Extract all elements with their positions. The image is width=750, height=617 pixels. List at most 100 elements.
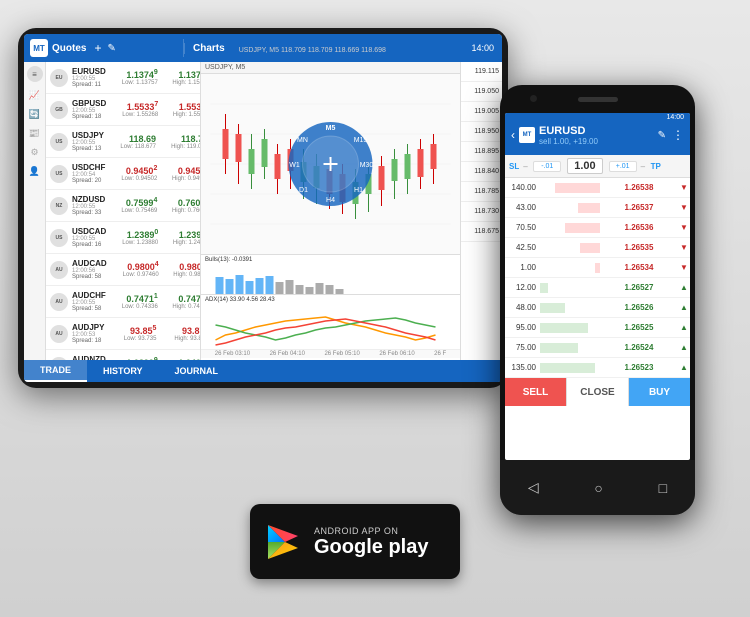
tab-journal[interactable]: JOURNAL (159, 360, 235, 382)
order-book-row[interactable]: 70.50 1.26536 ▼ (505, 218, 690, 238)
quote-row-audjpy[interactable]: AU AUDJPY 12:00:53 Spread: 18 93.855 Low… (46, 318, 200, 350)
quote-row-usdcad[interactable]: US USDCAD 12:00:55 Spread: 16 1.23890 Lo… (46, 222, 200, 254)
quotes-title: Quotes (52, 43, 86, 54)
quote-row-usdjpy[interactable]: US USDJPY 12:00:55 Spread: 13 118.69 Low… (46, 126, 200, 158)
ob-ask-bar (580, 243, 600, 253)
quote-high: High: 0.94970 (157, 176, 201, 182)
phone-speaker (578, 97, 618, 102)
ob-bar (540, 221, 600, 235)
order-book-row[interactable]: 43.00 1.26537 ▼ (505, 198, 690, 218)
order-main-value[interactable]: 1.00 (567, 158, 602, 174)
quote-row-audchf[interactable]: AU AUDCHF 12:00:55 Spread: 58 0.74711 Lo… (46, 286, 200, 318)
play-top-text: ANDROID APP ON (314, 526, 428, 536)
tab-trade[interactable]: TRADE (24, 360, 87, 382)
quote-row-audcad[interactable]: AU AUDCAD 12:00:56 Spread: 58 0.98004 Lo… (46, 254, 200, 286)
ob-bar (540, 241, 600, 255)
phone-edit-icon[interactable]: ✎ (658, 130, 666, 141)
order-book-row[interactable]: 1.00 1.26534 ▼ (505, 258, 690, 278)
order-book-row[interactable]: 75.00 1.26524 ▲ (505, 338, 690, 358)
sl-plus-btn[interactable]: +.01 (609, 161, 637, 172)
google-play-badge[interactable]: ANDROID APP ON Google play (250, 504, 460, 579)
order-book-row[interactable]: 95.00 1.26525 ▲ (505, 318, 690, 338)
sidebar-icon-trade[interactable]: 🔄 (29, 109, 40, 120)
sidebar-icon-account[interactable]: 👤 (29, 166, 40, 177)
quote-ask-col: 0.76027 High: 0.76004 (157, 197, 201, 214)
phone-menu-icon[interactable]: ⋮ (672, 128, 684, 142)
close-button[interactable]: CLOSE (566, 378, 629, 406)
quote-icon-audcad: AU (50, 261, 68, 279)
ob-bar (540, 201, 600, 215)
dash-sep1: – (523, 162, 529, 171)
ob-arrow: ▼ (678, 223, 690, 232)
order-book-row[interactable]: 12.00 1.26527 ▲ (505, 278, 690, 298)
quote-low: Low: 1.55268 (106, 112, 158, 118)
quote-high: High: 93.895 (156, 336, 201, 342)
order-book-row[interactable]: 135.00 1.26523 ▲ (505, 358, 690, 378)
quote-bid-col: 0.75994 Low: 0.75469 (105, 197, 157, 214)
quote-ask-col: 1.13763 High: 1.15514 (158, 69, 201, 86)
quote-bid-col: 1.55337 Low: 1.55268 (106, 101, 158, 118)
quote-ask-price: 1.13763 (158, 69, 201, 80)
ob-ask-bar (578, 203, 600, 213)
sidebar-icon-chart[interactable]: 📈 (29, 90, 40, 101)
quote-ask-col: 1.55354 High: 1.55765 (158, 101, 201, 118)
phone-pair-info: EURUSD sell 1.00, +19.00 (539, 125, 658, 146)
quote-row-audnzd[interactable]: AU AUDNZD 12:00:55 Spread: 70 1.03999 Lo… (46, 350, 200, 360)
quote-spread: Spread: 18 (72, 114, 106, 120)
candlestick-chart[interactable]: M5 M15 M30 H1 H4 D1 W1 MN (201, 74, 460, 254)
right-price-item: 118.895 (461, 142, 502, 162)
quote-ask-price: 0.76027 (157, 197, 201, 208)
quote-low: Low: 0.75469 (105, 208, 157, 214)
quote-ask-price: 118.71 (156, 133, 201, 144)
quote-row-nzdusd[interactable]: NZ NZDUSD 12:00:55 Spread: 33 0.75994 Lo… (46, 190, 200, 222)
order-book-row[interactable]: 42.50 1.26535 ▼ (505, 238, 690, 258)
ob-arrow: ▲ (678, 283, 690, 292)
ob-bid-bar (540, 283, 548, 293)
sidebar-icon-settings[interactable]: ⚙ (30, 147, 38, 158)
sl-minus-btn[interactable]: -.01 (533, 161, 561, 172)
nav-home-btn[interactable]: ○ (594, 480, 602, 496)
play-main-text: Google play (314, 536, 428, 558)
order-book-row[interactable]: 140.00 1.26538 ▼ (505, 178, 690, 198)
nav-recents-btn[interactable]: □ (659, 480, 667, 496)
ob-price: 1.26523 (600, 363, 678, 372)
bulls-indicator: Bulls(13): -0.0391 (201, 254, 460, 294)
order-book-row[interactable]: 48.00 1.26526 ▲ (505, 298, 690, 318)
ob-volume: 135.00 (505, 363, 540, 372)
quote-row-eurusd[interactable]: EU EURUSD 12:00:55 Spread: 11 1.13749 Lo… (46, 62, 200, 94)
edit-icon[interactable]: ✎ (107, 43, 115, 54)
quote-high: High: 1.24417 (158, 240, 201, 246)
phone-time: 14:00 (666, 114, 684, 121)
ob-bid-bar (540, 303, 565, 313)
add-icon[interactable]: + (94, 41, 101, 55)
sidebar-icon-quotes[interactable]: ≡ (27, 66, 43, 82)
quote-spread: Spread: 20 (72, 178, 105, 184)
quote-name: AUDJPY (72, 323, 104, 332)
tab-history[interactable]: HISTORY (87, 360, 159, 382)
quote-row-gbpusd[interactable]: GB GBPUSD 12:00:55 Spread: 18 1.55337 Lo… (46, 94, 200, 126)
order-book: 140.00 1.26538 ▼ 43.00 1.26537 ▼ 70.50 1… (505, 178, 690, 378)
quote-high: High: 0.76004 (157, 208, 201, 214)
ob-bid-bar (540, 323, 588, 333)
ob-ask-bar (565, 223, 600, 233)
quote-ask-col: 0.94526 High: 0.94970 (157, 165, 201, 182)
ob-price: 1.26524 (600, 343, 678, 352)
svg-text:M15: M15 (354, 137, 368, 144)
ob-bar (540, 281, 600, 295)
quote-ask-col: 118.71 High: 119.086 (156, 133, 201, 150)
tablet-bottom-tabs: TRADE HISTORY JOURNAL (24, 360, 502, 382)
buy-button[interactable]: BUY (629, 378, 690, 406)
sell-button[interactable]: SELL (505, 378, 566, 406)
svg-text:H1: H1 (354, 187, 363, 194)
right-price-item: 119.050 (461, 82, 502, 102)
quote-icon-nzdusd: NZ (50, 197, 68, 215)
right-price-item: 118.675 (461, 222, 502, 242)
ob-volume: 1.00 (505, 263, 540, 272)
quote-name: AUDCAD (72, 259, 107, 268)
sidebar-icon-news[interactable]: 📰 (29, 128, 40, 139)
status-time: 14:00 (471, 43, 502, 53)
nav-back-btn[interactable]: ◁ (528, 479, 539, 496)
back-icon[interactable]: ‹ (511, 128, 515, 142)
quote-spread: Spread: 33 (72, 210, 105, 216)
quote-row-usdchf[interactable]: US USDCHF 12:00:54 Spread: 20 0.94502 Lo… (46, 158, 200, 190)
